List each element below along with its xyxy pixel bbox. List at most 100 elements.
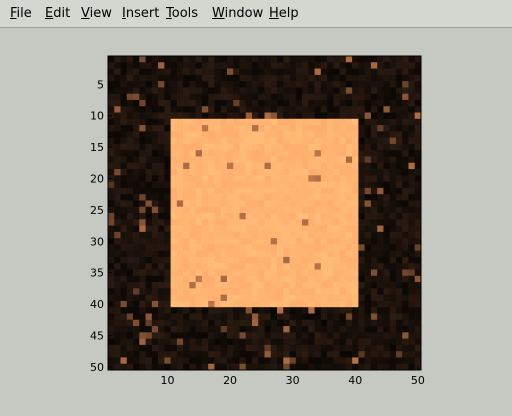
heatmap-cell [170,112,178,120]
heatmap-cell [270,231,278,239]
heatmap-cell [320,313,328,321]
heatmap-cell [145,282,153,289]
heatmap-cell [126,62,134,69]
heatmap-cell [189,162,196,170]
heatmap-cell [158,68,165,76]
heatmap-cell [120,363,128,371]
heatmap-cell [145,87,153,95]
heatmap-cell [158,275,165,283]
heatmap-cell [289,162,297,170]
heatmap-cell [358,269,366,277]
heatmap-cell [364,256,372,264]
heatmap-cell [239,219,247,226]
heatmap-cell [133,131,140,138]
heatmap-cell [370,213,378,220]
heatmap-cell [108,181,115,189]
heatmap-cell [126,282,134,289]
menu-window[interactable]: Window [212,6,263,22]
heatmap-cell [295,263,303,270]
heatmap-cell [364,307,372,314]
menu-view[interactable]: View [81,6,112,22]
heatmap-cell [339,344,347,352]
heatmap-cell [239,300,247,308]
heatmap-cell [358,87,366,95]
heatmap-cell [270,288,278,295]
heatmap-chart[interactable]: 10 20 30 40 505101520253035404550 [0,28,512,412]
heatmap-cell [370,81,378,88]
heatmap-cell [226,87,234,95]
heatmap-cell [214,338,222,346]
heatmap-cell [414,313,422,321]
heatmap-cell [158,118,165,126]
heatmap-cell [226,213,234,220]
heatmap-cell [201,225,209,233]
heatmap-cell [389,200,397,208]
heatmap-cell [176,156,184,164]
menu-help[interactable]: Help [269,6,299,22]
heatmap-cell [139,93,146,101]
heatmap-cell [114,338,121,346]
heatmap-cell [208,225,215,233]
heatmap-cell [383,351,391,358]
heatmap-cell [133,175,140,182]
heatmap-cell [277,326,284,333]
menu-insert[interactable]: Insert [122,6,159,22]
heatmap-cell [264,56,272,63]
heatmap-cell [220,150,228,157]
heatmap-cell [389,162,397,170]
heatmap-cell [208,93,215,101]
heatmap-cell [133,256,140,264]
heatmap-cell [358,307,366,314]
heatmap-cell [170,225,178,233]
heatmap-cell [302,231,309,239]
heatmap-cell [151,275,159,283]
heatmap-cell [145,175,153,182]
heatmap-cell [170,156,178,164]
heatmap-cell [414,175,422,182]
heatmap-cell [195,238,203,245]
heatmap-cell [408,307,416,314]
heatmap-cell [220,213,228,220]
heatmap-cell [214,288,222,295]
heatmap-cell [233,269,240,277]
heatmap-cell [320,332,328,339]
heatmap-cell [176,357,184,365]
heatmap-cell [339,357,347,365]
heatmap-cell [239,238,247,245]
heatmap-cell [377,256,384,264]
menu-file[interactable]: File [10,6,32,22]
heatmap-cell [395,68,403,76]
heatmap-cell [114,175,121,182]
heatmap-cell [133,187,140,195]
heatmap-cell [189,338,196,346]
menu-tools[interactable]: Tools [166,6,198,22]
heatmap-cell [383,250,391,258]
heatmap-cell [402,62,409,69]
menu-edit[interactable]: Edit [45,6,70,22]
heatmap-cell [345,206,353,214]
heatmap-cell [251,300,259,308]
heatmap-cell [126,56,134,63]
heatmap-cell [120,181,128,189]
heatmap-cell [277,357,284,365]
heatmap-cell [151,213,159,220]
heatmap-cell [176,169,184,176]
heatmap-cell [383,118,391,126]
heatmap-cell [108,156,115,164]
heatmap-cell [358,357,366,365]
heatmap-cell [370,256,378,264]
heatmap-cell [208,125,215,132]
heatmap-cell [245,181,253,189]
heatmap-cell [183,137,190,145]
heatmap-cell [314,275,322,283]
heatmap-cell [333,206,340,214]
heatmap-cell [295,131,303,138]
heatmap-cell [139,357,146,365]
heatmap-cell [289,282,297,289]
heatmap-cell [339,169,347,176]
heatmap-cell [183,206,190,214]
heatmap-cell [414,213,422,220]
heatmap-cell [139,294,146,302]
heatmap-cell [308,219,315,226]
heatmap-cell [389,219,397,226]
